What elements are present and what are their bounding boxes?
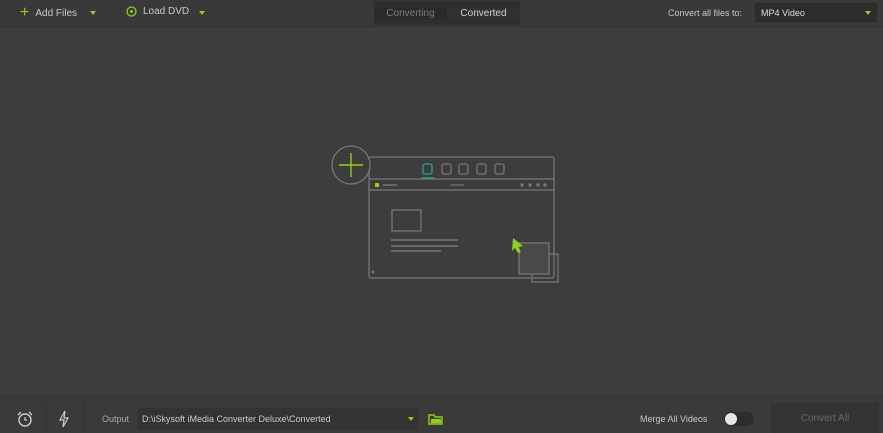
load-dvd-button[interactable]: Load DVD (126, 6, 189, 17)
format-value: MP4 Video (761, 7, 805, 18)
alarm-clock-icon[interactable] (16, 410, 34, 428)
tab-converting[interactable]: Converting (374, 7, 447, 19)
output-path-select[interactable]: D:\iSkysoft iMedia Converter Deluxe\Conv… (138, 408, 418, 430)
chevron-down-icon (865, 10, 871, 15)
add-files-illustration[interactable] (325, 140, 565, 290)
convert-all-button[interactable]: Convert All (771, 403, 879, 433)
add-files-label: Add Files (35, 7, 78, 19)
output-label: Output (102, 414, 130, 424)
output-path-value: D:\iSkysoft iMedia Converter Deluxe\Conv… (142, 414, 331, 424)
tab-converted[interactable]: Converted (447, 7, 520, 19)
format-select[interactable]: MP4 Video (755, 3, 877, 22)
add-files-dropdown-icon[interactable] (90, 11, 96, 15)
divider (84, 402, 85, 432)
merge-all-videos-label: Merge All Videos (640, 414, 708, 424)
dvd-icon (126, 6, 137, 17)
folder-open-icon[interactable] (428, 413, 443, 425)
toggle-knob (725, 413, 737, 425)
convert-all-label: Convert all files to: (668, 8, 743, 18)
add-files-button[interactable]: + Add Files (20, 4, 78, 21)
plus-icon: + (20, 4, 30, 21)
chevron-down-icon (408, 417, 414, 421)
divider (46, 402, 47, 432)
load-dvd-label: Load DVD (143, 6, 190, 17)
merge-toggle[interactable] (724, 412, 754, 426)
lightning-icon[interactable] (58, 410, 70, 428)
tab-bar: Converting Converted (374, 1, 520, 25)
load-dvd-dropdown-icon[interactable] (199, 11, 205, 15)
